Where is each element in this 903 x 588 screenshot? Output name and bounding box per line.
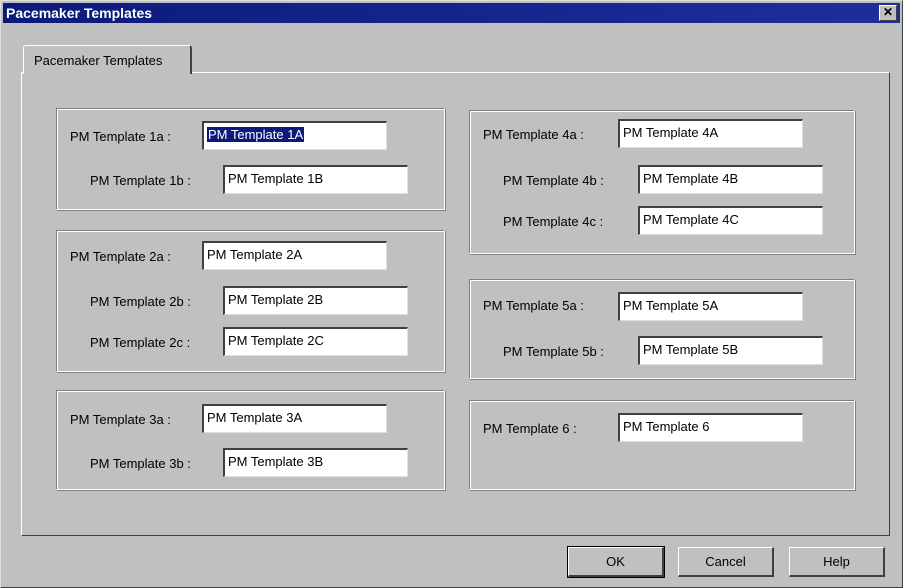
title-bar[interactable]: Pacemaker Templates ✕ [3,3,900,23]
tab-pacemaker-templates[interactable]: Pacemaker Templates [23,45,192,74]
label-template-2b: PM Template 2b : [90,294,191,309]
group-template-3: PM Template 3a : PM Template 3A PM Templ… [56,390,445,490]
input-template-1a[interactable]: PM Template 1A [202,121,387,150]
input-template-6[interactable]: PM Template 6 [618,413,803,442]
group-template-6: PM Template 6 : PM Template 6 [469,400,855,490]
group-template-1: PM Template 1a : PM Template 1A PM Templ… [56,108,445,210]
label-template-4b: PM Template 4b : [503,173,604,188]
input-template-3a[interactable]: PM Template 3A [202,404,387,433]
input-template-5a[interactable]: PM Template 5A [618,292,803,321]
input-template-2a[interactable]: PM Template 2A [202,241,387,270]
label-template-3a: PM Template 3a : [70,412,171,427]
tab-label: Pacemaker Templates [34,53,163,68]
cancel-button[interactable]: Cancel [678,547,774,577]
label-template-5b: PM Template 5b : [503,344,604,359]
label-template-1a: PM Template 1a : [70,129,171,144]
tab-panel: PM Template 1a : PM Template 1A PM Templ… [21,72,890,536]
label-template-4c: PM Template 4c : [503,214,604,229]
dialog-window: Pacemaker Templates ✕ Pacemaker Template… [0,0,903,588]
label-template-5a: PM Template 5a : [483,298,584,313]
input-template-3b[interactable]: PM Template 3B [223,448,408,477]
ok-button[interactable]: OK [567,546,665,578]
input-template-4b[interactable]: PM Template 4B [638,165,823,194]
input-template-5b[interactable]: PM Template 5B [638,336,823,365]
group-template-4: PM Template 4a : PM Template 4A PM Templ… [469,110,855,254]
input-template-4c[interactable]: PM Template 4C [638,206,823,235]
input-template-2b[interactable]: PM Template 2B [223,286,408,315]
label-template-3b: PM Template 3b : [90,456,191,471]
label-template-2c: PM Template 2c : [90,335,191,350]
input-template-4a[interactable]: PM Template 4A [618,119,803,148]
label-template-2a: PM Template 2a : [70,249,171,264]
window-title: Pacemaker Templates [6,5,153,21]
help-button[interactable]: Help [789,547,885,577]
close-icon[interactable]: ✕ [879,5,897,21]
label-template-1b: PM Template 1b : [90,173,191,188]
group-template-5: PM Template 5a : PM Template 5A PM Templ… [469,279,855,379]
input-template-2c[interactable]: PM Template 2C [223,327,408,356]
group-template-2: PM Template 2a : PM Template 2A PM Templ… [56,230,445,372]
label-template-6: PM Template 6 : [483,421,577,436]
label-template-4a: PM Template 4a : [483,127,584,142]
input-template-1b[interactable]: PM Template 1B [223,165,408,194]
